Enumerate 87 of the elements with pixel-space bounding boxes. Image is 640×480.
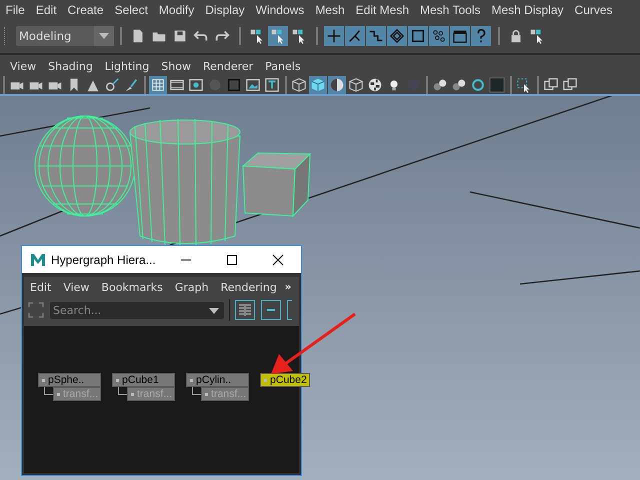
minimize-icon (181, 258, 191, 260)
menu-item[interactable]: Curves (569, 3, 618, 18)
select-cursor-icon (529, 28, 545, 44)
menu-item[interactable]: Panels (259, 60, 307, 73)
menu-item[interactable]: Create (62, 3, 110, 18)
close-icon (272, 254, 284, 266)
square-icon (226, 76, 242, 93)
toolbar-button[interactable] (149, 76, 167, 94)
menu-item[interactable]: Select (109, 3, 154, 18)
graph-node[interactable]: pCube1 (112, 373, 176, 387)
more-menus-button[interactable]: » (282, 282, 294, 292)
menu-item[interactable]: Renderer (196, 60, 260, 73)
window-title: Hypergraph Hiera... (51, 252, 157, 266)
menu-item[interactable]: Edit (24, 280, 58, 294)
circle-icon (207, 76, 223, 93)
select-cursor-icon (291, 28, 307, 44)
spheres-icon (432, 76, 448, 93)
ring-icon (470, 76, 486, 93)
menu-item[interactable]: Mesh (310, 3, 350, 18)
search-field[interactable]: Search... (50, 302, 224, 318)
menu-item[interactable]: Graph (168, 280, 215, 294)
menu-item[interactable]: Bookmarks (95, 280, 169, 294)
menu-item[interactable]: Show (155, 60, 197, 73)
select-cursor-icon (270, 28, 286, 44)
square-icon (410, 28, 426, 44)
graph-node[interactable]: pCube2 (260, 373, 310, 387)
dot-frame-icon (188, 76, 204, 93)
clapper-icon (452, 28, 468, 44)
toolbar-button[interactable] (290, 76, 308, 94)
toolbar-button[interactable] (387, 26, 407, 46)
app-logo-icon (30, 252, 46, 268)
checker-sphere-icon (367, 76, 383, 93)
select-cursor-icon (249, 28, 265, 44)
maximize-icon (226, 254, 238, 266)
diamond-icon (389, 28, 405, 44)
toolbar-button[interactable] (268, 26, 288, 46)
cube-icon (310, 76, 326, 93)
magnifier-icon (104, 76, 120, 93)
toolbar-button[interactable] (366, 26, 386, 46)
toolbar-button[interactable] (309, 76, 327, 94)
toolbar-button[interactable] (408, 26, 428, 46)
save-icon (172, 28, 188, 44)
menu-item[interactable]: View (57, 280, 96, 294)
marquee-select-icon (516, 76, 532, 93)
toolbar-button[interactable] (345, 26, 365, 46)
shaded-sphere-icon (329, 76, 345, 93)
cube-icon (291, 76, 307, 93)
list-view-button[interactable] (235, 300, 255, 320)
toolbar-button[interactable] (471, 26, 491, 46)
menu-item[interactable]: View (4, 60, 42, 73)
menu-item[interactable]: Mesh Display (486, 3, 570, 18)
dots-icon (431, 28, 447, 44)
menu-item[interactable]: Rendering (214, 280, 283, 294)
square-icon (489, 76, 505, 93)
cube-drawing (242, 152, 312, 218)
menu-item[interactable]: Edit (30, 3, 62, 18)
toolbar-button[interactable] (263, 76, 281, 94)
caret-icon (99, 33, 109, 40)
collapse-button[interactable] (261, 300, 281, 320)
bent-line-icon (347, 28, 363, 44)
toolbar-button[interactable] (328, 76, 346, 94)
toolbar-button[interactable] (324, 26, 344, 46)
graph-node[interactable]: pSphe.. (38, 373, 102, 387)
toolbar-button[interactable] (450, 26, 470, 46)
list-icon (238, 303, 252, 317)
toolbar-button[interactable] (103, 76, 121, 94)
spheres-icon (451, 76, 467, 93)
menu-item[interactable]: Edit Mesh (350, 3, 415, 18)
workspace-dropdown[interactable]: Modeling (16, 26, 114, 46)
menu-item[interactable]: Modify (153, 3, 200, 18)
menu-item[interactable]: Windows (250, 3, 310, 18)
menu-item[interactable]: Display (200, 3, 250, 18)
cube-icon (348, 76, 364, 93)
brush-icon (123, 76, 139, 93)
menu-item[interactable]: File (0, 3, 30, 18)
caret-icon[interactable] (209, 308, 219, 314)
toolbar-button[interactable] (429, 26, 449, 46)
menu-item[interactable]: Mesh Tools (414, 3, 486, 18)
toolbar-button[interactable] (287, 300, 292, 320)
menu-item[interactable]: Shading (42, 60, 99, 73)
toolbar-button[interactable] (347, 76, 365, 94)
graph-node[interactable]: pCylin.. (186, 373, 250, 387)
grid-icon (150, 76, 166, 93)
menu-item[interactable]: Lighting (98, 60, 156, 73)
text-frame-icon (264, 76, 280, 93)
plus-icon (326, 28, 342, 44)
picture-icon (245, 76, 261, 93)
